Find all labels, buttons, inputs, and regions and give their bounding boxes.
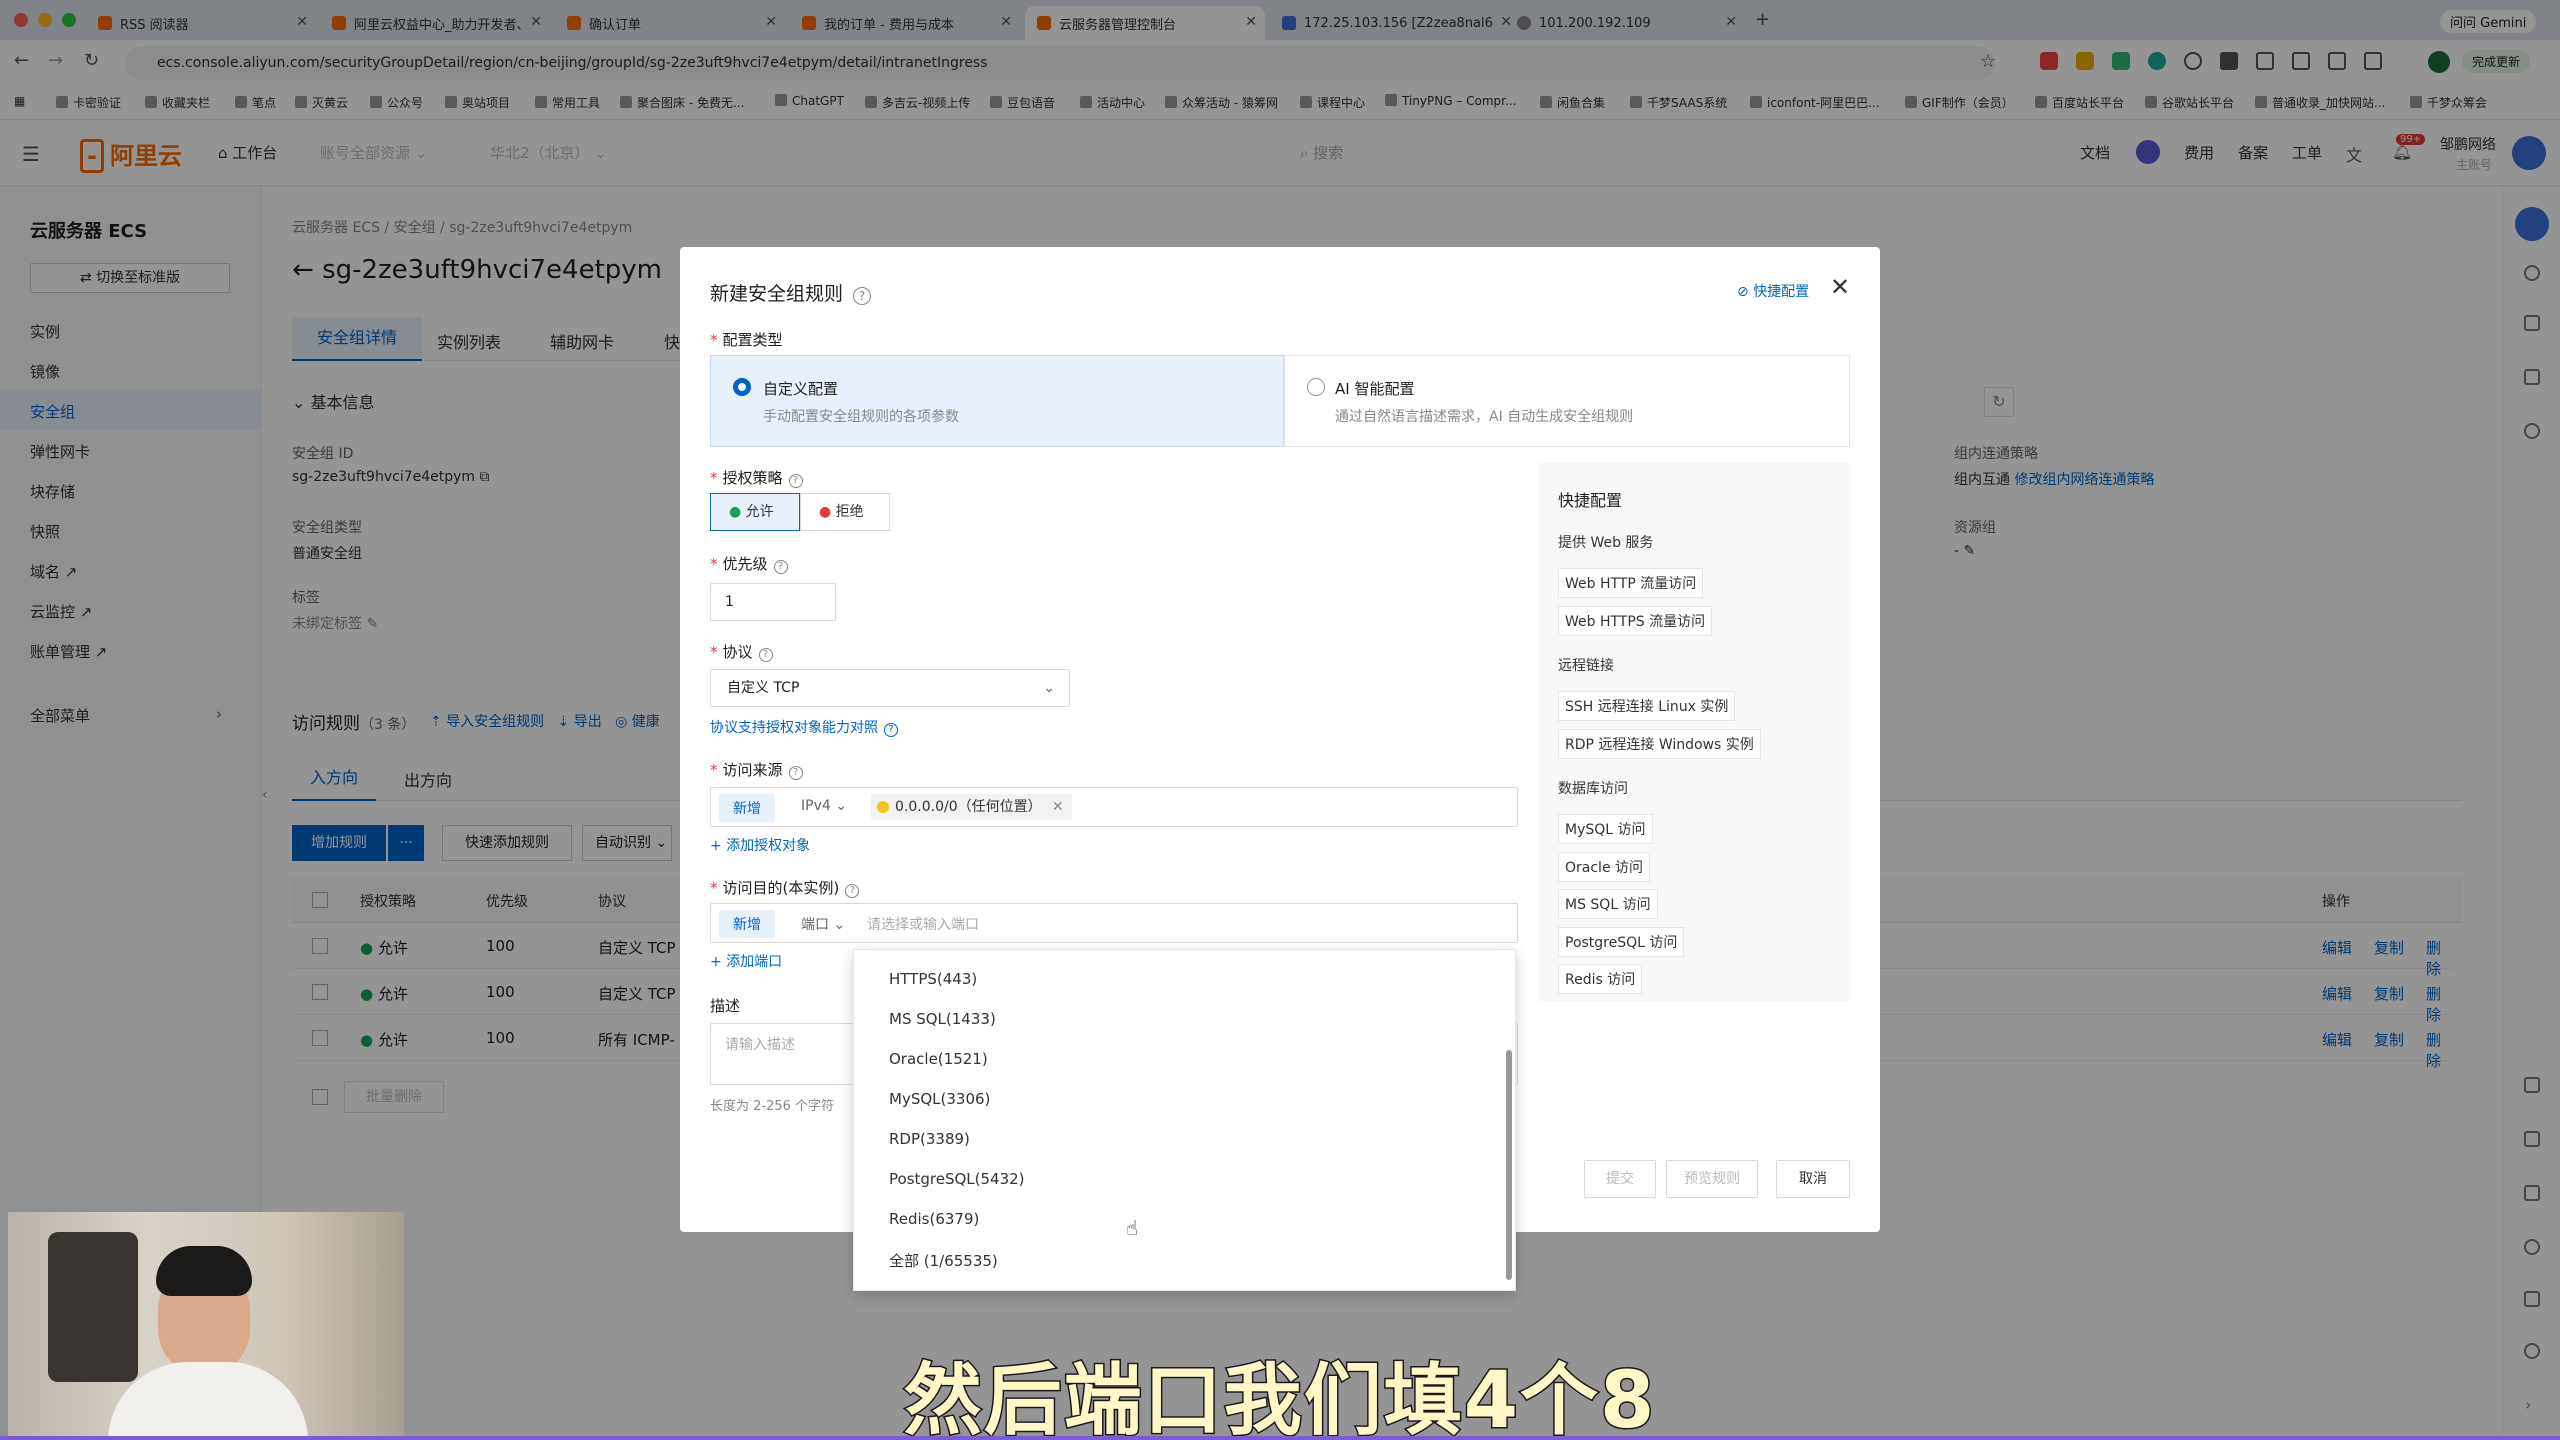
port-option[interactable]: RDP(3389)	[889, 1130, 970, 1148]
protocol-select[interactable]: 自定义 TCP ⌄	[710, 669, 1070, 707]
quick-config-item[interactable]: SSH 远程连接 Linux 实例	[1558, 691, 1736, 721]
quick-group-title: 数据库访问	[1558, 781, 1628, 797]
ai-config-desc: 通过自然语言描述需求，AI 自动生成安全组规则	[1335, 409, 1634, 425]
custom-config-radio[interactable]	[733, 378, 751, 396]
x-circle-icon: ●	[819, 504, 832, 520]
desc-label: 描述	[710, 997, 741, 1015]
ai-config-card[interactable]: AI 智能配置 通过自然语言描述需求，AI 自动生成安全组规则	[1284, 355, 1850, 447]
quick-config-link[interactable]: ⊘ 快捷配置	[1737, 281, 1809, 301]
port-select[interactable]: 端口 ⌄	[801, 914, 845, 934]
quick-config-item[interactable]: Web HTTPS 流量访问	[1558, 605, 1713, 636]
bottom-accent-bar	[0, 1436, 2560, 1440]
browser-window: RSS 阅读器 ✕ 阿里云权益中心_助力开发者、 ✕ 确认订单 ✕ 我的订单 - 费用…	[0, 0, 2560, 1436]
quick-group-title: 远程链接	[1558, 658, 1614, 674]
check-circle-icon: ●	[729, 504, 742, 520]
globe-icon	[877, 801, 889, 813]
port-option[interactable]: HTTPS(443)	[889, 970, 977, 988]
help-icon[interactable]: ?	[788, 474, 803, 488]
quick-config-item[interactable]: MySQL 访问	[1558, 814, 1653, 844]
source-chip: 0.0.0.0/0（任何位置） ✕	[871, 794, 1072, 820]
custom-config-title: 自定义配置	[763, 380, 839, 398]
port-option[interactable]: MySQL(3306)	[889, 1090, 990, 1108]
custom-config-desc: 手动配置安全组规则的各项参数	[763, 409, 959, 425]
port-input[interactable]: 请选择或输入端口	[867, 914, 979, 934]
add-port-link[interactable]: + 添加端口	[710, 951, 782, 971]
cursor-pointer-icon: ☝	[1126, 1216, 1139, 1240]
priority-label: * 优先级?	[710, 553, 788, 574]
chip-close-icon[interactable]: ✕	[1052, 794, 1064, 820]
custom-config-card[interactable]: 自定义配置 手动配置安全组规则的各项参数	[710, 355, 1284, 447]
quick-panel-title: 快捷配置	[1558, 491, 1623, 510]
source-new-tag[interactable]: 新增	[719, 794, 775, 822]
deny-toggle[interactable]: ● 拒绝	[800, 493, 890, 531]
protocol-support-link[interactable]: 协议支持授权对象能力对照?	[710, 717, 898, 737]
source-label: * 访问来源?	[710, 759, 803, 780]
port-option[interactable]: PostgreSQL(5432)	[889, 1170, 1025, 1188]
priority-input[interactable]: 1	[710, 583, 836, 621]
close-icon[interactable]: ✕	[1830, 273, 1850, 301]
webcam-hair	[156, 1246, 252, 1296]
dest-field[interactable]: 新增 端口 ⌄ 请选择或输入端口	[710, 903, 1518, 943]
quick-config-item[interactable]: Web HTTP 流量访问	[1558, 568, 1704, 598]
port-option[interactable]: 全部 (1/65535)	[889, 1250, 998, 1271]
submit-button[interactable]: 提交	[1584, 1160, 1656, 1198]
help-icon[interactable]: ?	[845, 884, 860, 898]
ai-config-radio[interactable]	[1307, 378, 1325, 396]
config-type-label: * 配置类型	[710, 331, 783, 349]
ai-config-title: AI 智能配置	[1335, 380, 1415, 398]
help-icon[interactable]: ?	[773, 560, 788, 574]
help-icon[interactable]: ?	[758, 648, 773, 662]
help-icon[interactable]: ?	[788, 766, 803, 780]
desc-hint: 长度为 2-256 个字符	[710, 1099, 835, 1114]
cancel-button[interactable]: 取消	[1776, 1160, 1850, 1198]
port-option[interactable]: MS SQL(1433)	[889, 1010, 996, 1028]
dropdown-scrollbar[interactable]	[1506, 1050, 1512, 1280]
quick-config-item[interactable]: Oracle 访问	[1558, 851, 1651, 882]
dest-new-tag[interactable]: 新增	[719, 910, 775, 938]
quick-config-item[interactable]: PostgreSQL 访问	[1558, 926, 1685, 957]
video-subtitle: 然后端口我们填4个8	[902, 1355, 1657, 1437]
policy-label: * 授权策略?	[710, 467, 803, 488]
preview-button[interactable]: 预览规则	[1666, 1160, 1758, 1198]
source-field[interactable]: 新增 IPv4 ⌄ 0.0.0.0/0（任何位置） ✕	[710, 787, 1518, 827]
quick-config-item[interactable]: Redis 访问	[1558, 964, 1643, 994]
quick-group-title: 提供 Web 服务	[1558, 535, 1654, 551]
port-option[interactable]: Redis(6379)	[889, 1210, 979, 1228]
protocol-label: * 协议?	[710, 641, 773, 662]
chevron-down-icon: ⌄	[1043, 680, 1055, 696]
ipv4-select[interactable]: IPv4 ⌄	[801, 798, 847, 814]
allow-toggle[interactable]: ● 允许	[710, 493, 800, 531]
dest-label: * 访问目的(本实例)?	[710, 877, 860, 898]
dialog-title: 新建安全组规则?	[710, 279, 872, 306]
help-icon: ?	[884, 723, 898, 737]
port-dropdown	[853, 949, 1516, 1291]
add-auth-link[interactable]: + 添加授权对象	[710, 835, 810, 855]
quick-config-item[interactable]: MS SQL 访问	[1558, 889, 1658, 919]
help-icon[interactable]: ?	[853, 287, 872, 305]
port-option[interactable]: Oracle(1521)	[889, 1050, 988, 1068]
quick-config-item[interactable]: RDP 远程连接 Windows 实例	[1558, 728, 1761, 759]
